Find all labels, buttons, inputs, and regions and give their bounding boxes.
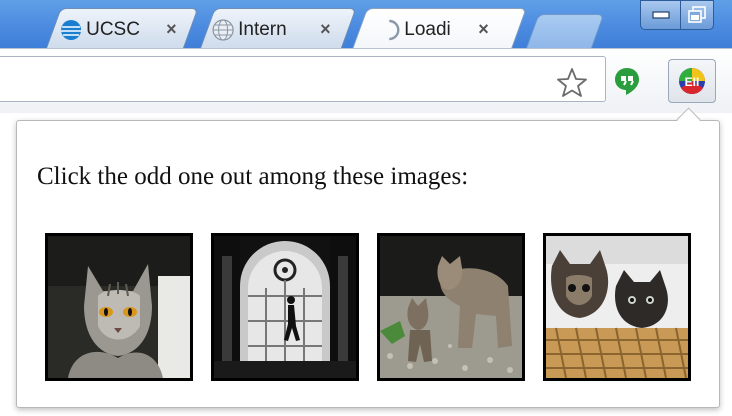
att-globe-icon [61,20,82,40]
image-option-kittens-basket[interactable] [543,233,691,381]
restore-icon [688,6,706,23]
tab-loading[interactable]: Loadi × [352,8,527,49]
tab-title: UCSC [86,19,140,40]
globe-icon [212,19,234,41]
loading-spinner-icon [389,19,400,41]
star-icon[interactable] [555,66,589,100]
tab-close-button[interactable]: × [320,19,331,40]
captcha-prompt: Click the odd one out among these images… [37,163,469,190]
minimize-button[interactable] [640,0,680,30]
odd-one-out-extension-button[interactable]: EII [668,59,716,103]
toolbar: EII [0,48,732,113]
tab-intern[interactable]: Intern × [200,8,357,48]
tab-close-button[interactable]: × [166,19,177,40]
image-option-cat-kitten[interactable] [377,233,525,381]
image-option-person-window[interactable] [211,233,359,381]
image-option-cat-gray[interactable] [45,233,193,381]
address-bar[interactable] [0,56,606,102]
tab-close-button[interactable]: × [478,19,489,40]
svg-text:EII: EII [685,75,700,89]
restore-button[interactable] [680,0,714,30]
tab-strip: UCSC × Intern × Loadi × [0,0,732,49]
odd-one-out-extension-icon: EII [679,68,705,95]
window-controls [640,0,714,30]
cat-photo [48,236,190,378]
tab-ucsc[interactable]: UCSC × [46,8,199,48]
minimize-icon [651,11,670,19]
cat-photo [380,236,522,378]
hangouts-icon[interactable] [612,66,642,96]
cat-photo [546,236,688,378]
tab-title: Intern [238,19,287,40]
person-photo [214,236,356,378]
tab-title: Loadi [404,19,451,40]
new-tab-button[interactable] [526,14,605,48]
extension-popup: Click the odd one out among these images… [16,120,720,408]
